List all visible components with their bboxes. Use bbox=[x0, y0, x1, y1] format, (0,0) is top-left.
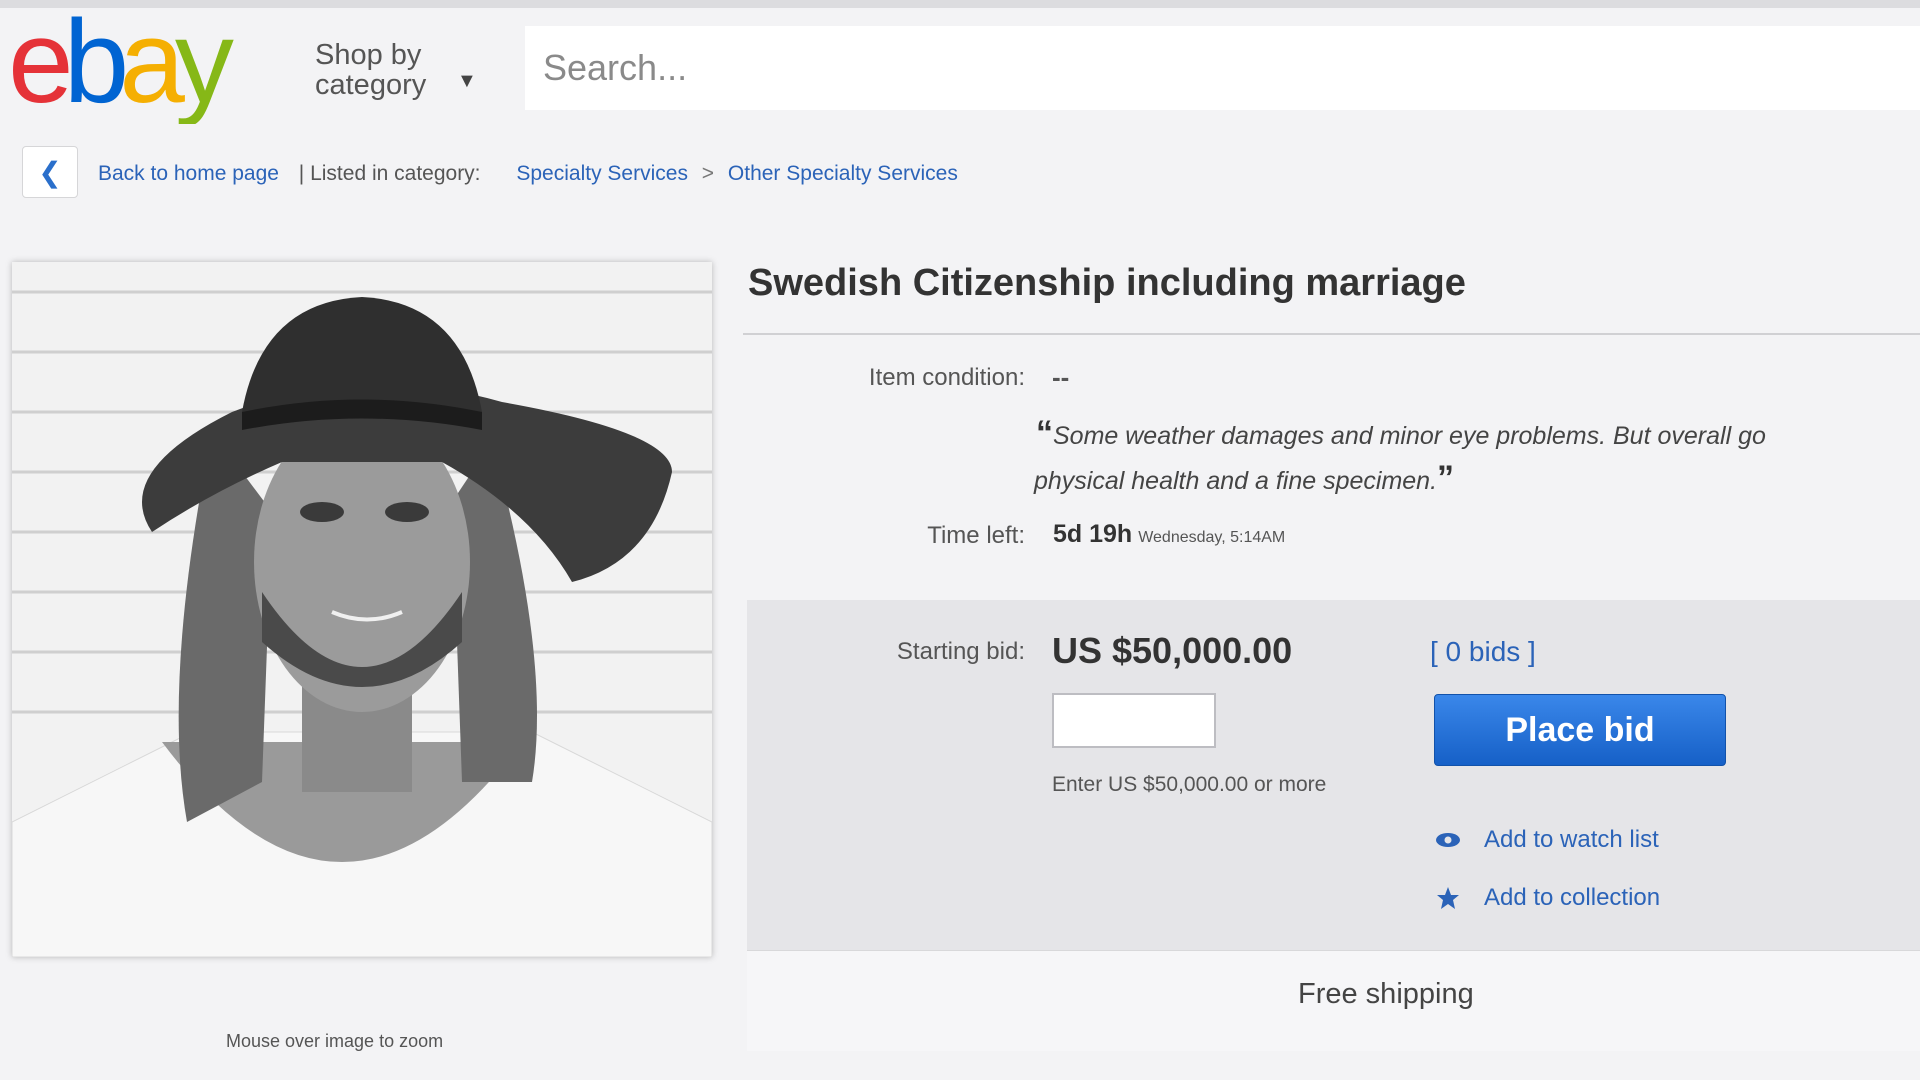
ebay-listing-page: ebay Shop by category ▼ ❮ Back to home p… bbox=[0, 0, 1920, 1080]
star-icon bbox=[1434, 884, 1462, 912]
category-link-other[interactable]: Other Specialty Services bbox=[728, 162, 958, 185]
seller-description: “Some weather damages and minor eye prob… bbox=[1034, 412, 1920, 502]
bid-count-link[interactable]: [ 0 bids ] bbox=[1430, 636, 1536, 668]
starting-bid-label: Starting bid: bbox=[896, 638, 1025, 665]
svg-text:ebay: ebay bbox=[8, 4, 234, 124]
shop-by-line1: Shop by bbox=[315, 39, 422, 71]
caret-down-icon: ▼ bbox=[457, 70, 477, 92]
shop-by-line2: category bbox=[315, 69, 427, 101]
add-to-watch-list-link[interactable]: Add to watch list bbox=[1434, 826, 1659, 854]
collection-label: Add to collection bbox=[1484, 884, 1661, 911]
open-quote-icon: “ bbox=[1036, 414, 1053, 452]
title-divider bbox=[743, 333, 1920, 335]
item-condition-value: -- bbox=[1052, 362, 1070, 392]
item-title: Swedish Citizenship including marriage bbox=[748, 262, 1466, 304]
starting-bid-price: US $50,000.00 bbox=[1052, 630, 1293, 671]
item-condition-label: Item condition: bbox=[868, 364, 1025, 391]
ebay-logo[interactable]: ebay bbox=[8, 4, 288, 124]
back-button[interactable]: ❮ bbox=[22, 146, 78, 198]
description-line2: physical health and a fine specimen. bbox=[1034, 467, 1438, 495]
chevron-left-icon: ❮ bbox=[38, 156, 62, 188]
zoom-hint: Mouse over image to zoom bbox=[226, 1031, 444, 1051]
description-line1: Some weather damages and minor eye probl… bbox=[1053, 422, 1766, 450]
back-to-home-link[interactable]: Back to home page bbox=[98, 162, 279, 185]
portrait-photo bbox=[12, 262, 712, 957]
eye-icon bbox=[1434, 826, 1462, 854]
place-bid-button[interactable]: Place bid bbox=[1434, 694, 1726, 766]
add-to-collection-link[interactable]: Add to collection bbox=[1434, 884, 1660, 912]
category-link-specialty[interactable]: Specialty Services bbox=[516, 162, 688, 185]
breadcrumb: Back to home page | Listed in category: … bbox=[98, 162, 958, 186]
product-image[interactable] bbox=[12, 262, 712, 957]
time-remaining: 5d 19h bbox=[1053, 520, 1133, 548]
close-quote-icon: ” bbox=[1437, 459, 1455, 497]
watch-list-label: Add to watch list bbox=[1484, 826, 1659, 853]
shop-by-category-button[interactable]: Shop by category ▼ bbox=[315, 39, 477, 101]
search-input[interactable] bbox=[525, 26, 1920, 110]
time-left-label: Time left: bbox=[927, 522, 1025, 549]
listed-in-label: | Listed in category: bbox=[298, 162, 481, 185]
browser-top-edge bbox=[0, 0, 1920, 8]
breadcrumb-separator: > bbox=[701, 162, 715, 185]
time-left-value: 5d 19h Wednesday, 5:14AM bbox=[1053, 520, 1285, 549]
end-time: Wednesday, 5:14AM bbox=[1138, 529, 1286, 546]
bid-amount-input[interactable] bbox=[1052, 693, 1216, 748]
bid-hint: Enter US $50,000.00 or more bbox=[1052, 773, 1327, 796]
shipping-text: Free shipping bbox=[1298, 978, 1474, 1010]
